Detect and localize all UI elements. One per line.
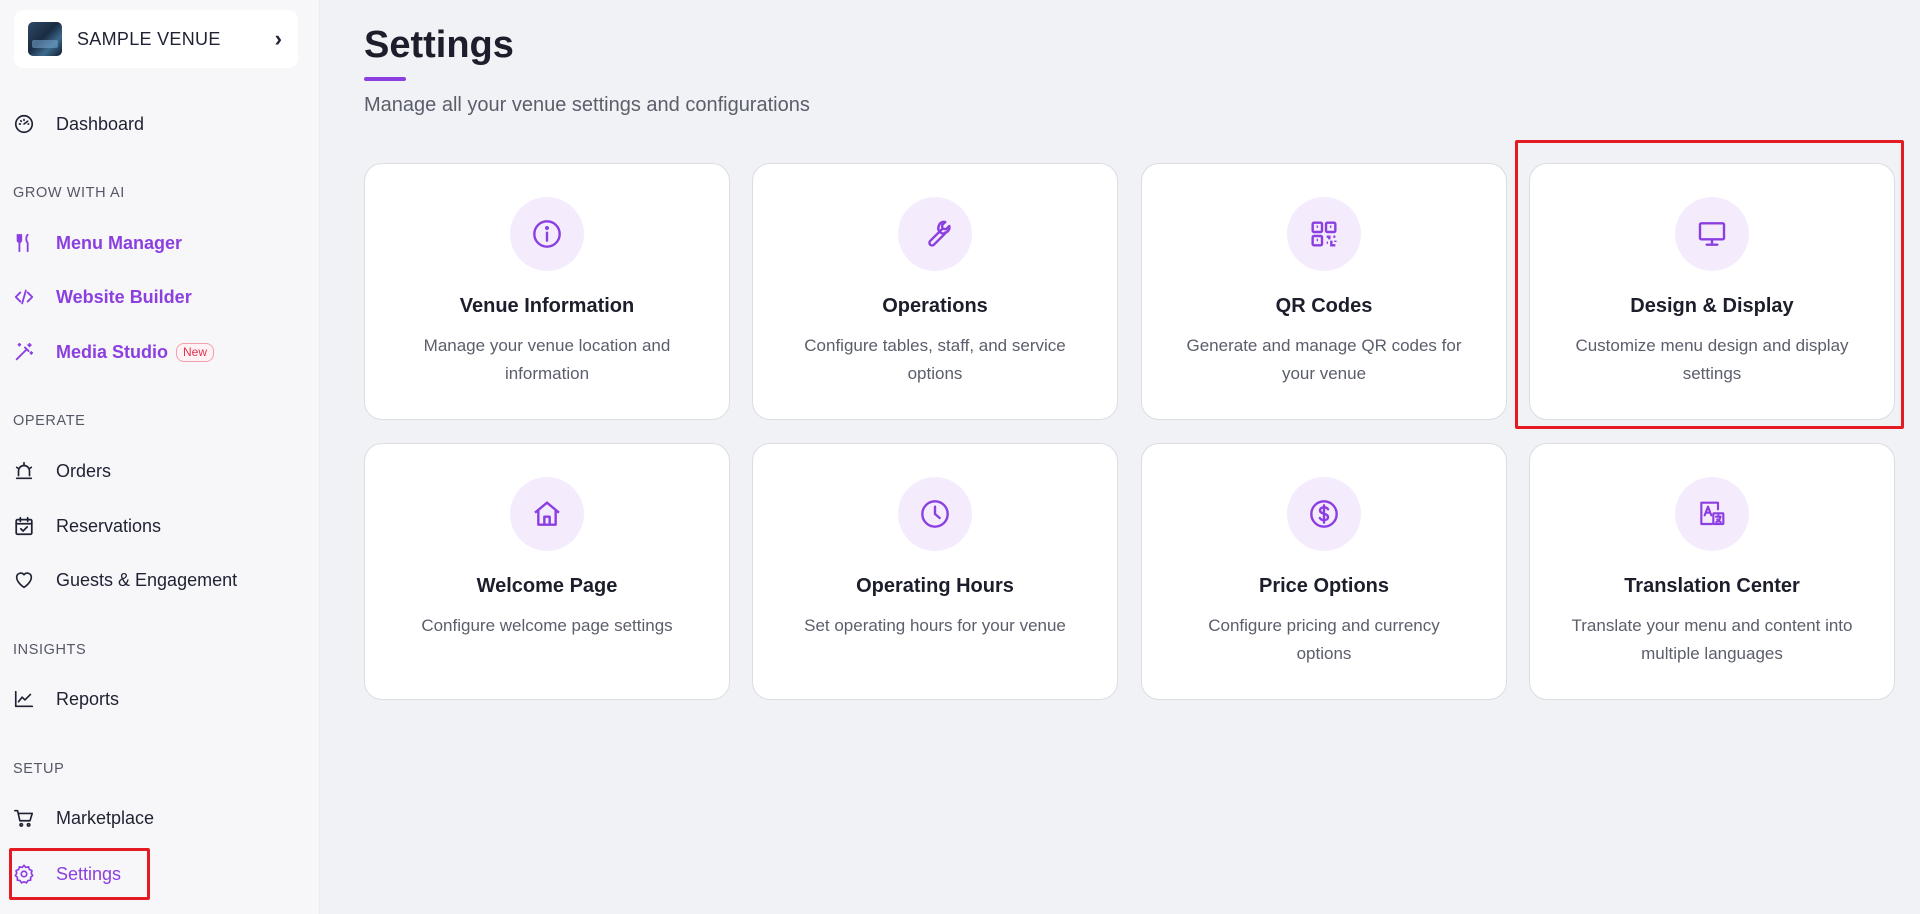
dollar-icon <box>1287 477 1361 551</box>
card-title: Welcome Page <box>476 575 618 597</box>
sidebar-item-dashboard[interactable]: Dashboard <box>12 106 144 142</box>
sidebar-item-label: Guests & Engagement <box>56 569 238 590</box>
sidebar-item-settings[interactable]: Settings <box>12 856 121 892</box>
qr-code-icon <box>1287 197 1361 271</box>
card-description: Translate your menu and content into mul… <box>1571 616 1853 663</box>
sidebar-item-label: Reservations <box>56 515 162 536</box>
section-label-setup: SETUP <box>13 761 65 777</box>
translate-icon <box>1675 477 1749 551</box>
section-label-grow: GROW WITH AI <box>13 185 125 201</box>
new-badge: New <box>176 342 215 362</box>
sidebar-item-label: Website Builder <box>56 286 192 307</box>
venue-thumbnail <box>28 22 62 56</box>
code-icon <box>12 285 36 309</box>
sidebar-item-guests[interactable]: Guests & Engagement <box>12 562 237 598</box>
venue-name: SAMPLE VENUE <box>77 28 221 49</box>
sidebar-item-label: Reports <box>56 688 120 709</box>
line-chart-icon <box>12 687 36 711</box>
cart-icon <box>12 806 36 830</box>
sidebar-item-website-builder[interactable]: Website Builder <box>12 279 192 315</box>
chevron-right-icon: › <box>274 26 282 51</box>
card-title: Venue Information <box>459 295 635 317</box>
home-icon <box>510 477 584 551</box>
bell-icon <box>12 459 36 483</box>
utensils-icon <box>12 231 36 255</box>
card-title: Design & Display <box>1630 295 1794 317</box>
sidebar-item-marketplace[interactable]: Marketplace <box>12 800 154 836</box>
page-subtitle: Manage all your venue settings and confi… <box>364 94 810 116</box>
card-price-options[interactable]: Price Options Configure pricing and curr… <box>1141 443 1507 700</box>
sidebar-item-orders[interactable]: Orders <box>12 453 111 489</box>
sidebar-item-label: Settings <box>56 863 122 884</box>
sidebar-item-menu-manager[interactable]: Menu Manager <box>12 225 182 261</box>
card-operating-hours[interactable]: Operating Hours Set operating hours for … <box>752 443 1118 700</box>
sidebar-item-reservations[interactable]: Reservations <box>12 508 161 544</box>
card-description: Configure tables, staff, and service opt… <box>804 336 1066 383</box>
sidebar-item-label: Media Studio <box>56 341 168 362</box>
card-welcome-page[interactable]: Welcome Page Configure welcome page sett… <box>364 443 730 700</box>
card-translation-center[interactable]: Translation Center Translate your menu a… <box>1529 443 1895 700</box>
sidebar-item-label: Marketplace <box>56 807 155 828</box>
card-design-display[interactable]: Design & Display Customize menu design a… <box>1529 163 1895 420</box>
sidebar: SAMPLE VENUE › Dashboard GROW WITH AI Me… <box>0 0 320 914</box>
card-description: Configure pricing and currency options <box>1208 616 1440 663</box>
section-label-insights: INSIGHTS <box>13 642 87 658</box>
card-venue-information[interactable]: Venue Information Manage your venue loca… <box>364 163 730 420</box>
title-underline <box>364 77 406 81</box>
section-label-operate: OPERATE <box>13 413 86 429</box>
monitor-icon <box>1675 197 1749 271</box>
card-title: Operating Hours <box>856 575 1014 597</box>
heart-icon <box>12 568 36 592</box>
card-description: Customize menu design and display settin… <box>1575 336 1849 383</box>
card-qr-codes[interactable]: QR Codes Generate and manage QR codes fo… <box>1141 163 1507 420</box>
sidebar-item-label: Menu Manager <box>56 232 183 253</box>
card-title: Operations <box>882 295 988 317</box>
card-title: Price Options <box>1258 575 1390 597</box>
card-description: Manage your venue location and informati… <box>423 336 671 383</box>
sidebar-item-label: Dashboard <box>56 113 145 134</box>
page-title: Settings <box>364 24 514 66</box>
info-icon <box>510 197 584 271</box>
wrench-icon <box>898 197 972 271</box>
sidebar-item-media-studio[interactable]: Media Studio New <box>12 334 215 370</box>
card-description: Generate and manage QR codes for your ve… <box>1186 336 1462 383</box>
magic-wand-icon <box>12 340 36 364</box>
sidebar-item-label: Orders <box>56 460 112 481</box>
card-description: Set operating hours for your venue <box>804 616 1066 635</box>
card-description: Configure welcome page settings <box>421 616 673 635</box>
card-operations[interactable]: Operations Configure tables, staff, and … <box>752 163 1118 420</box>
sidebar-item-reports[interactable]: Reports <box>12 681 119 717</box>
calendar-check-icon <box>12 514 36 538</box>
clock-icon <box>898 477 972 551</box>
card-title: QR Codes <box>1275 295 1373 317</box>
card-title: Translation Center <box>1624 575 1800 597</box>
gear-icon <box>12 862 36 886</box>
gauge-icon <box>12 112 36 136</box>
venue-selector[interactable]: SAMPLE VENUE › <box>14 10 298 68</box>
